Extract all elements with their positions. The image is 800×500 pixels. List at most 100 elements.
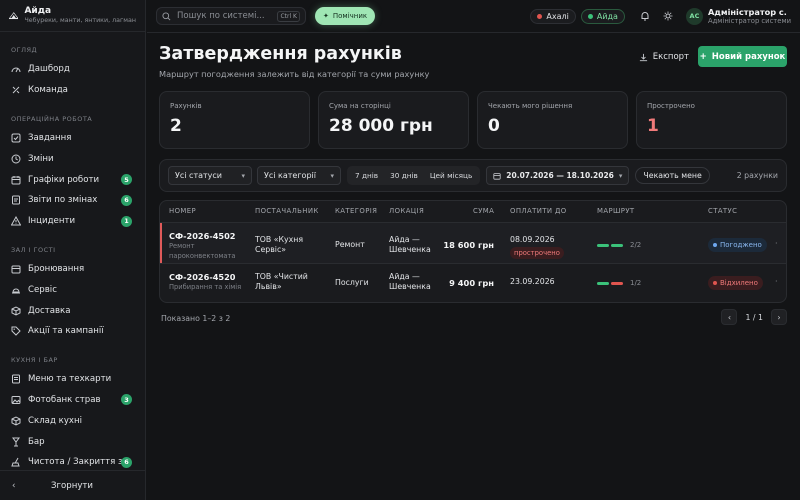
service-icon <box>11 285 21 295</box>
topbar: Пошук по системі... Ctrl K ✦ Помічник Ах… <box>147 0 800 33</box>
logo-icon <box>9 12 19 20</box>
date-range-value: 20.07.2026 — 18.10.2026 <box>506 171 614 180</box>
sidebar-item-shift-reports[interactable]: Звіти по змінах 6 <box>0 190 145 211</box>
route-step <box>597 281 609 285</box>
assistant-button[interactable]: ✦ Помічник <box>315 7 376 25</box>
booking-icon <box>11 264 21 274</box>
column-header: ЛОКАЦІЯ <box>389 207 425 215</box>
box-icon <box>11 416 21 426</box>
route-progress: 2/2 <box>597 240 641 250</box>
period-30-days[interactable]: 30 днів <box>385 171 423 180</box>
sidebar-item-label: Зміни <box>28 153 54 164</box>
prev-page-button[interactable]: ‹ <box>721 309 738 325</box>
tag-icon <box>11 326 21 337</box>
sidebar-item-photobank[interactable]: Фотобанк страв 3 <box>0 390 145 411</box>
stats-row: Рахунків 2 Сума на сторінці 28 000 грн Ч… <box>159 91 787 149</box>
row-menu-icon[interactable]: · <box>775 277 778 287</box>
sidebar: Айда Чебуреки, манти, янтики, лагман ОГЛ… <box>0 0 146 500</box>
sidebar-item-label: Інциденти <box>28 216 76 227</box>
sidebar-item-dashboard[interactable]: Дашборд <box>0 59 145 80</box>
tasks-icon <box>11 133 21 143</box>
notifications-button[interactable] <box>636 7 654 25</box>
table-row[interactable]: СФ-2026-4502 Ремонт пароконвектомата ТОВ… <box>160 223 786 263</box>
sidebar-item-incidents[interactable]: Інциденти 1 <box>0 211 145 232</box>
location-switch-aida[interactable]: Айда <box>580 8 625 24</box>
status-dot <box>587 13 593 19</box>
date-range-picker[interactable]: 20.07.2026 — 18.10.2026 ▾ <box>486 166 630 185</box>
status-select[interactable]: Усі статуси ▾ <box>168 166 252 185</box>
sidebar-item-bar[interactable]: Бар <box>0 431 145 452</box>
invoices-table: НОМЕР ПОСТАЧАЛЬНИК КАТЕГОРІЯ ЛОКАЦІЯ СУМ… <box>159 200 787 303</box>
location-line: Айда — <box>389 272 420 281</box>
invoice-number: СФ-2026-4520 <box>169 272 236 282</box>
page-title: Затвердження рахунків <box>159 44 402 64</box>
column-header: НОМЕР <box>169 207 197 215</box>
sidebar-item-menu[interactable]: Меню та техкарти <box>0 369 145 390</box>
count-badge: 5 <box>121 174 132 186</box>
user-menu[interactable]: АС Адміністратор с. Адміністратор систем… <box>685 7 791 25</box>
collapse-sidebar-button[interactable]: ‹ Згорнути <box>0 470 146 500</box>
sparkle-icon: ✦ <box>323 12 329 20</box>
sidebar-item-tasks[interactable]: Завдання <box>0 128 145 149</box>
menu-icon <box>11 374 21 384</box>
sidebar-item-label: Команда <box>28 85 68 96</box>
export-label: Експорт <box>652 52 689 62</box>
sidebar-item-schedules[interactable]: Графіки роботи 5 <box>0 169 145 190</box>
new-invoice-label: Новий рахунок <box>711 51 786 62</box>
stat-label: Чекають мого рішення <box>488 102 573 110</box>
supplier-line: Сервіс» <box>255 245 287 254</box>
stat-value: 28 000 грн <box>329 116 433 136</box>
stat-label: Прострочено <box>647 102 695 110</box>
bell-icon <box>641 12 649 21</box>
row-menu-icon[interactable]: · <box>775 239 778 249</box>
search-input[interactable]: Пошук по системі... Ctrl K <box>156 7 306 25</box>
export-button[interactable]: Експорт <box>639 48 689 66</box>
period-7-days[interactable]: 7 днів <box>350 171 383 180</box>
location-line: Шевченка <box>389 282 431 291</box>
shortcut-hint: Ctrl K <box>277 10 300 22</box>
supplier-line: Львів» <box>255 282 282 291</box>
status-badge: Погоджено <box>708 238 767 252</box>
waiting-label: Чекають мене <box>643 171 702 180</box>
sidebar-item-shifts[interactable]: Зміни <box>0 148 145 169</box>
sidebar-item-service[interactable]: Сервіс <box>0 279 145 300</box>
route-step <box>611 281 623 285</box>
sidebar-item-kitchen-stock[interactable]: Склад кухні <box>0 410 145 431</box>
broom-icon <box>11 457 21 467</box>
brand-tagline: Чебуреки, манти, янтики, лагман <box>24 17 136 24</box>
category-select[interactable]: Усі категорії ▾ <box>257 166 341 185</box>
category-select-value: Усі категорії <box>264 171 316 180</box>
location-label: Ахалі <box>546 11 569 21</box>
search-icon <box>162 11 171 20</box>
amount-cell: 9 400 грн <box>449 278 494 288</box>
sidebar-item-delivery[interactable]: Доставка <box>0 300 145 321</box>
count-badge: 6 <box>121 456 132 468</box>
route-step <box>611 243 623 247</box>
route-step <box>597 243 609 247</box>
period-this-month[interactable]: Цей місяць <box>425 171 477 180</box>
route-count: 1/2 <box>630 279 642 287</box>
chevron-left-icon: ‹ <box>727 312 732 322</box>
theme-toggle-button[interactable] <box>659 7 677 25</box>
new-invoice-button[interactable]: + Новий рахунок <box>698 46 787 67</box>
column-header: ПОСТАЧАЛЬНИК <box>255 207 319 215</box>
next-page-button[interactable]: › <box>771 309 787 325</box>
sidebar-item-booking[interactable]: Бронювання <box>0 259 145 280</box>
table-row[interactable]: СФ-2026-4520 Прибирання та хімія ТОВ «Чи… <box>160 264 786 302</box>
sidebar-item-label: Меню та техкарти <box>28 374 112 385</box>
clock-icon <box>11 154 21 164</box>
sidebar-item-team[interactable]: Команда <box>0 80 145 101</box>
location-switch-akhali[interactable]: Ахалі <box>530 8 576 24</box>
sidebar-item-promotions[interactable]: Акції та кампанії <box>0 321 145 342</box>
status-cell: Відхилено <box>708 276 763 290</box>
warning-icon <box>11 216 21 226</box>
sidebar-item-label: Звіти по змінах <box>28 195 98 206</box>
status-dot <box>537 13 543 19</box>
brand[interactable]: Айда Чебуреки, манти, янтики, лагман <box>0 0 145 32</box>
status-label: Відхилено <box>720 279 758 287</box>
avatar: АС <box>685 7 703 25</box>
waiting-for-me-toggle[interactable]: Чекають мене <box>635 167 710 184</box>
nav-section-title: КУХНЯ І БАР <box>11 355 58 364</box>
report-icon <box>11 195 21 205</box>
result-count: 2 рахунки <box>736 171 778 180</box>
